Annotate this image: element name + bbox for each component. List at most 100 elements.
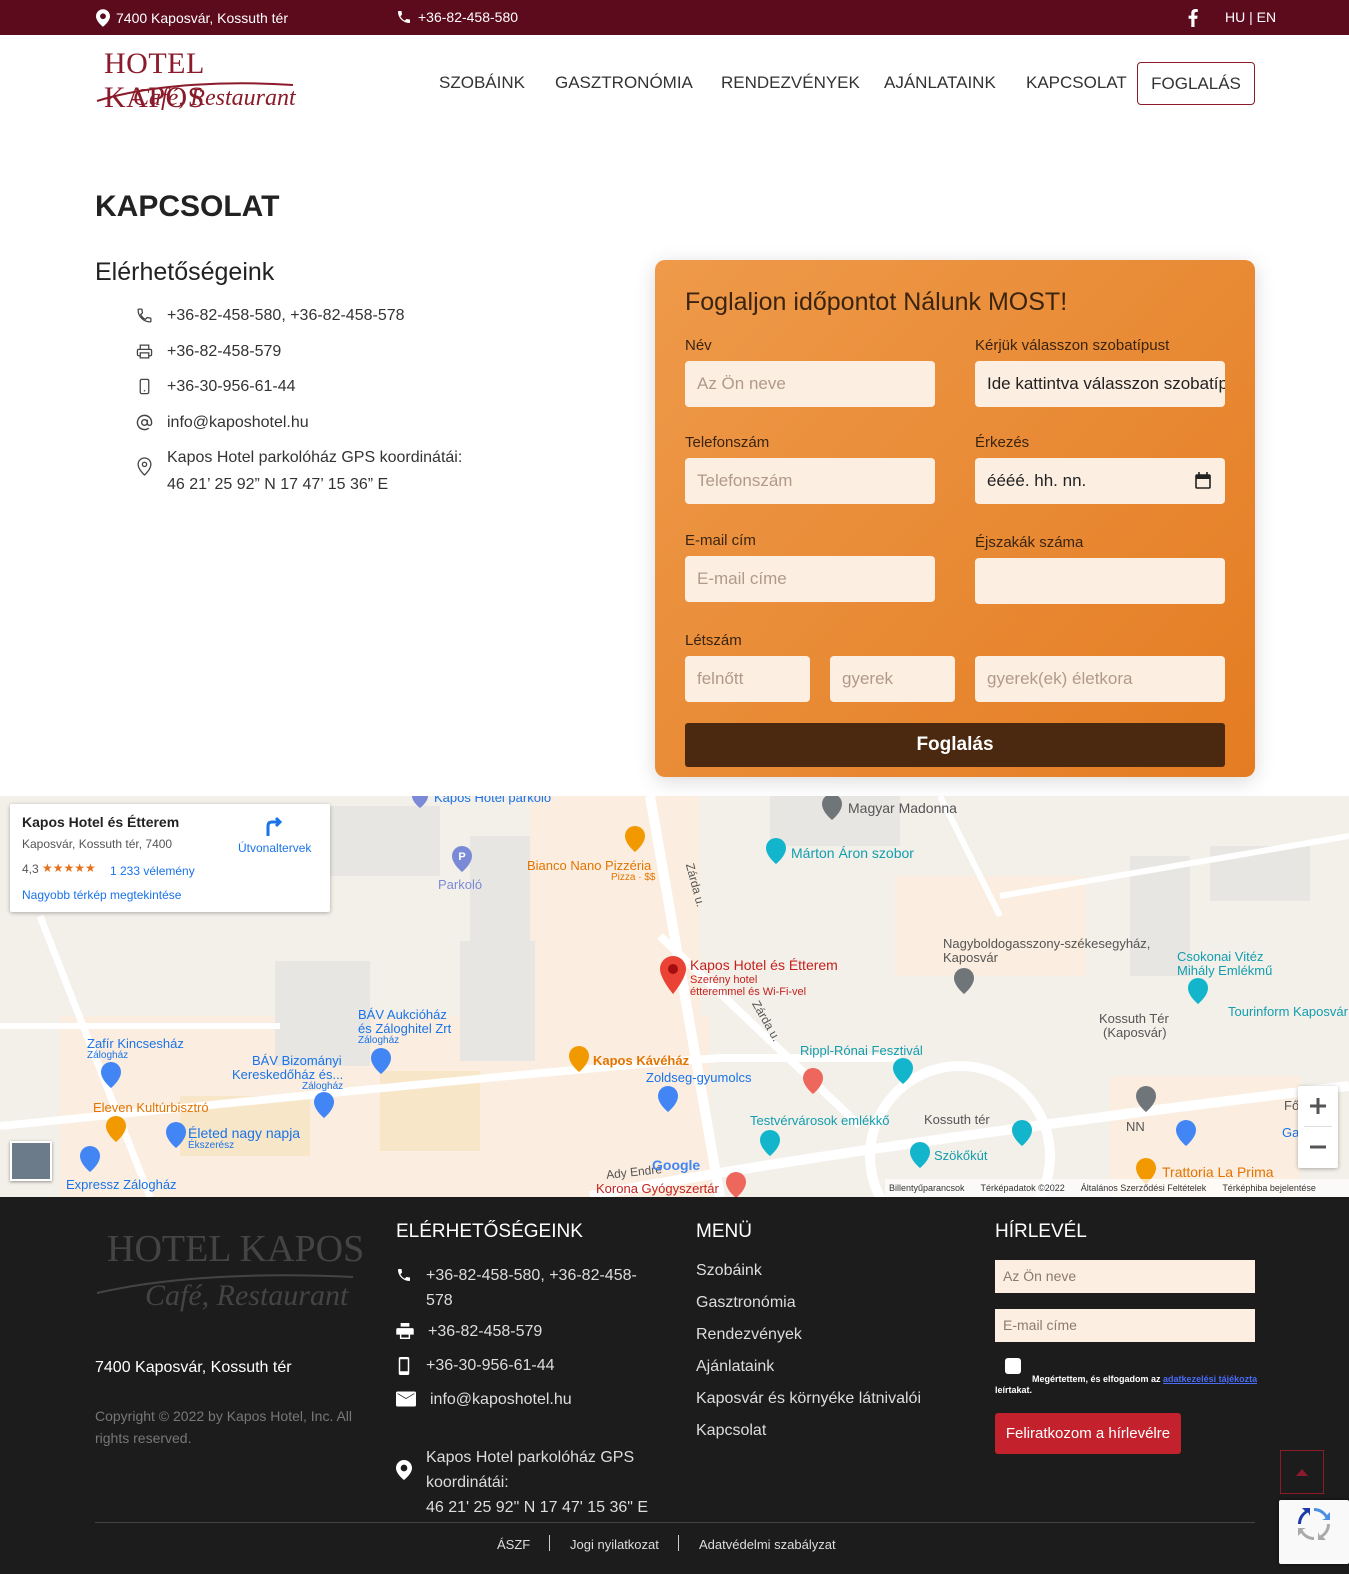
envelope-icon <box>396 1391 416 1407</box>
hotel-map-pin-icon[interactable] <box>660 956 686 994</box>
name-input[interactable]: Az Ön neve <box>685 361 935 407</box>
map-label-bianco-sub: Pizza · $$ <box>611 872 656 883</box>
footer-email[interactable]: info@kaposhotel.hu <box>396 1387 572 1412</box>
room-type-select[interactable]: Ide kattintva válasszon szobatípust <box>975 361 1225 407</box>
adults-input[interactable]: felnőtt <box>685 656 810 702</box>
map-label-kavehaz: Kapos Kávéház <box>593 1053 690 1068</box>
booking-submit-button[interactable]: Foglalás <box>685 723 1225 767</box>
shop-pin-icon <box>80 1146 100 1172</box>
contact-fax: +36-82-458-579 <box>136 338 281 365</box>
children-age-input[interactable]: gyerek(ek) életkora <box>975 656 1225 702</box>
newsletter-consent-checkbox[interactable] <box>1005 1358 1021 1374</box>
map-pin-title[interactable]: Kapos Hotel és Étterem <box>690 957 838 973</box>
contact-phone-text: +36-82-458-580, +36-82-458-578 <box>167 307 405 324</box>
recaptcha-badge[interactable] <box>1279 1500 1349 1564</box>
footer-menu-ajanlataink[interactable]: Ajánlataink <box>696 1354 774 1379</box>
top-phone[interactable]: +36-82-458-580 <box>396 9 518 25</box>
map-label-kossuth-ter-1: Kossuth Tér <box>1099 1011 1169 1026</box>
page-title: KAPCSOLAT <box>95 190 280 223</box>
scroll-to-top-button[interactable] <box>1280 1450 1324 1494</box>
facebook-link[interactable] <box>1188 9 1198 27</box>
nav-ajanlataink[interactable]: AJÁNLATAINK <box>884 73 996 93</box>
map-keyboard-shortcuts[interactable]: Billentyűparancsok <box>889 1183 965 1193</box>
email-label: E-mail cím <box>685 532 756 549</box>
nav-szobaink[interactable]: SZOBÁINK <box>439 73 525 93</box>
footer-mobile[interactable]: +36-30-956-61-44 <box>396 1353 555 1378</box>
contact-mobile[interactable]: +36-30-956-61-44 <box>136 373 296 400</box>
footer-menu-title: MENÜ <box>696 1221 752 1242</box>
newsletter-name-input[interactable]: Az Ön neve <box>995 1260 1255 1293</box>
printer-icon <box>396 1323 414 1339</box>
language-switch[interactable]: HU | EN <box>1225 9 1276 25</box>
zoom-out-button[interactable] <box>1298 1127 1338 1167</box>
booking-form: Foglaljon időpontot Nálunk MOST! Név Az … <box>655 260 1255 777</box>
map-label-tourinform: Tourinform Kaposvár <box>1228 1004 1348 1019</box>
footer-phone[interactable]: +36-82-458-580, +36-82-458-578 <box>396 1263 656 1313</box>
map-card-reviews-link[interactable]: 1 233 vélemény <box>110 864 195 878</box>
footer-email-text: info@kaposhotel.hu <box>430 1391 572 1408</box>
footer-menu-gasztronomia[interactable]: Gasztronómia <box>696 1290 796 1315</box>
children-input[interactable]: gyerek <box>830 656 955 702</box>
footer-contacts-title: ELÉRHETŐSÉGEINK <box>396 1221 583 1242</box>
arrival-date-input[interactable]: éééé. hh. nn. <box>975 458 1225 504</box>
map-label-eleted-sub: Ékszerész <box>188 1140 235 1151</box>
contact-email[interactable]: info@kaposhotel.hu <box>136 409 309 436</box>
newsletter-privacy-link[interactable]: adatkezelési tájékoztatót <box>1163 1374 1257 1384</box>
map-label-trattoria: Trattoria La Prima <box>1162 1164 1274 1180</box>
nav-rendezvenyek[interactable]: RENDEZVÉNYEK <box>721 73 860 93</box>
mobile-phone-icon <box>139 378 150 395</box>
map-label-szokokut: Szökőkút <box>934 1148 988 1163</box>
directions-icon[interactable] <box>264 816 286 838</box>
recaptcha-icon <box>1298 1508 1330 1540</box>
nav-booking-button[interactable]: FOGLALÁS <box>1137 62 1255 105</box>
parking-icon: P <box>452 846 472 872</box>
map-label-madonna: Magyar Madonna <box>848 800 957 816</box>
newsletter-email-input[interactable]: E-mail címe <box>995 1309 1255 1342</box>
footer-link-separator <box>678 1535 679 1551</box>
nav-gasztronomia[interactable]: GASZTRONÓMIA <box>555 73 693 93</box>
map-terms-link[interactable]: Általános Szerződési Feltételek <box>1081 1183 1207 1193</box>
google-map[interactable]: Kapos Hotel és Étterem Kaposvár, Kossuth… <box>0 796 1349 1197</box>
festival-pin-icon <box>893 1058 913 1084</box>
newsletter-consent-end: leírtakat. <box>995 1385 1033 1395</box>
footer-menu-szobaink[interactable]: Szobáink <box>696 1258 762 1283</box>
phone-input[interactable]: Telefonszám <box>685 458 935 504</box>
map-card-directions-link[interactable]: Útvonaltervek <box>238 841 311 855</box>
footer-menu-rendezvenyek[interactable]: Rendezvények <box>696 1322 802 1347</box>
plus-icon <box>1310 1098 1326 1114</box>
nights-input[interactable] <box>975 558 1225 604</box>
newsletter-consent-text: Megértettem, és elfogadom az adatkezelés… <box>1032 1374 1257 1384</box>
footer-link-aszf[interactable]: ÁSZF <box>497 1537 530 1552</box>
map-label-bav-biz-1: BÁV Bizományi <box>252 1053 342 1068</box>
contact-phone[interactable]: +36-82-458-580, +36-82-458-578 <box>136 302 405 329</box>
footer-link-separator <box>549 1535 550 1551</box>
newsletter-subscribe-button[interactable]: Feliratkozom a hírlevélre <box>995 1413 1181 1454</box>
monument-pin-icon <box>1188 978 1208 1004</box>
map-label-hotel-parking: Kapos Hotel parkoló <box>434 796 552 805</box>
facebook-icon <box>1188 9 1198 27</box>
satellite-toggle[interactable] <box>10 1141 52 1181</box>
map-label-cathedral-2: Kaposvár <box>943 950 998 965</box>
parking-pin-icon <box>412 796 428 808</box>
map-label-cathedral-1: Nagyboldogasszony-székesegyház, <box>943 936 1151 951</box>
map-card-rating: 4,3 <box>22 862 39 876</box>
map-report-link[interactable]: Térképhiba bejelentése <box>1222 1183 1316 1193</box>
place-pin-icon <box>1136 1086 1156 1112</box>
contact-gps: Kapos Hotel parkolóház GPS koordinátái: … <box>136 444 462 498</box>
footer-logo[interactable]: HOTEL KAPOS Café, Restaurant <box>95 1227 364 1327</box>
footer-link-legal[interactable]: Jogi nyilatkozat <box>570 1537 659 1552</box>
footer-menu-latnivalok[interactable]: Kaposvár és környéke látnivalói <box>696 1386 921 1411</box>
footer-divider <box>95 1522 1255 1523</box>
footer-logo-subtitle: Café, Restaurant <box>145 1279 349 1312</box>
footer-link-privacy[interactable]: Adatvédelmi szabályzat <box>699 1537 836 1552</box>
zoom-in-button[interactable] <box>1298 1086 1338 1126</box>
calendar-icon[interactable] <box>1195 472 1211 489</box>
fountain-pin-icon <box>910 1142 930 1168</box>
footer-menu-kapcsolat[interactable]: Kapcsolat <box>696 1418 766 1443</box>
arrival-date-value: éééé. hh. nn. <box>987 471 1087 490</box>
map-label-testver: Testvérvárosok emlékkő <box>750 1113 890 1128</box>
email-input[interactable]: E-mail címe <box>685 556 935 602</box>
nav-kapcsolat[interactable]: KAPCSOLAT <box>1026 73 1127 93</box>
map-card-larger-map-link[interactable]: Nagyobb térkép megtekintése <box>22 888 181 902</box>
logo[interactable]: HOTEL KAPOS Café, Restaurant <box>95 45 300 120</box>
